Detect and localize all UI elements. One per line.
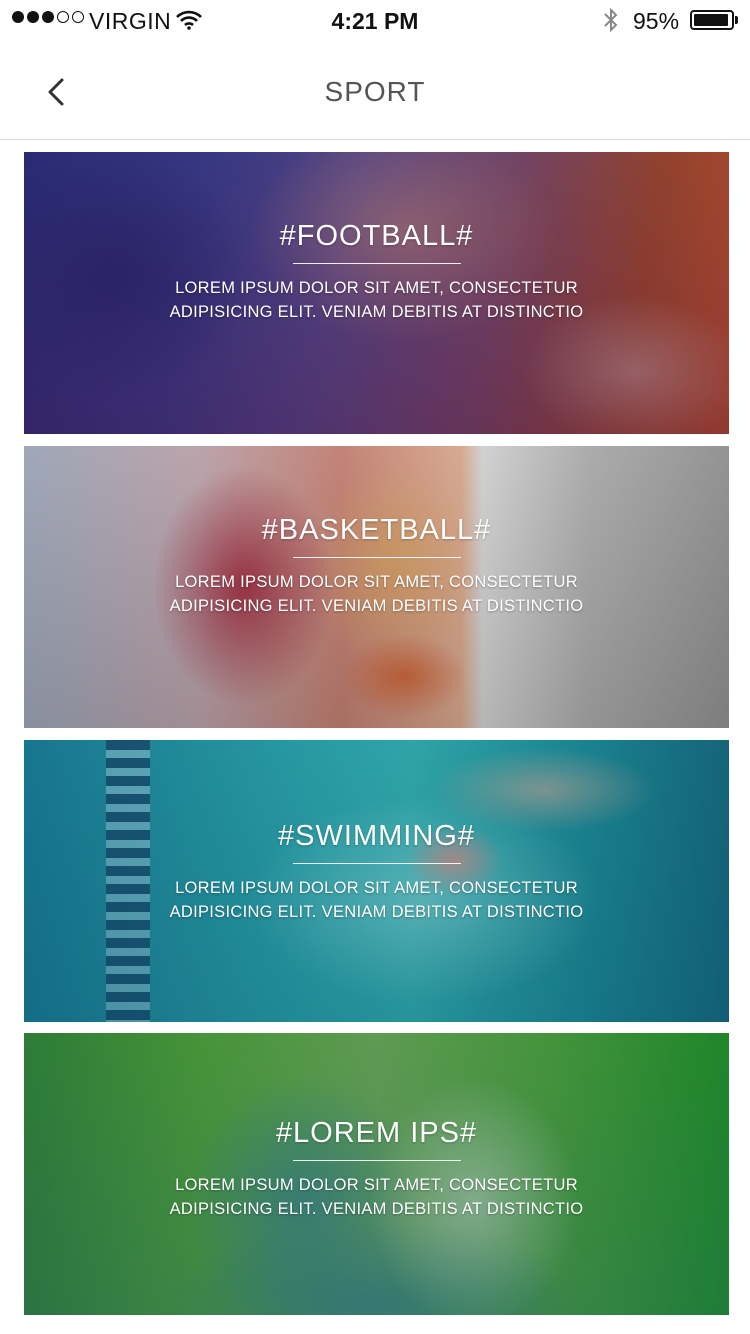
battery-tip (735, 16, 738, 24)
card-content: #BASKETBALL# LOREM IPSUM DOLOR SIT AMET,… (24, 514, 729, 618)
nav-bar: SPORT (0, 40, 750, 140)
card-title: #LOREM IPS# (275, 1117, 478, 1149)
card-content: #FOOTBALL# LOREM IPSUM DOLOR SIT AMET, C… (24, 220, 729, 324)
sport-card-football[interactable]: #FOOTBALL# LOREM IPSUM DOLOR SIT AMET, C… (24, 152, 729, 434)
sport-card-basketball[interactable]: #BASKETBALL# LOREM IPSUM DOLOR SIT AMET,… (24, 446, 729, 728)
card-title: #SWIMMING# (278, 820, 475, 852)
card-description: LOREM IPSUM DOLOR SIT AMET, CONSECTETUR … (169, 879, 584, 921)
card-title: #BASKETBALL# (261, 514, 492, 546)
battery-percent: 95% (633, 8, 680, 34)
card-description: LOREM IPSUM DOLOR SIT AMET, CONSECTETUR … (169, 1176, 584, 1218)
card-title: #FOOTBALL# (279, 220, 474, 252)
battery-level (694, 14, 728, 26)
card-divider (292, 557, 461, 558)
card-divider (292, 1160, 461, 1161)
card-content: #SWIMMING# LOREM IPSUM DOLOR SIT AMET, C… (24, 820, 729, 924)
card-description: LOREM IPSUM DOLOR SIT AMET, CONSECTETUR … (169, 279, 584, 321)
card-content: #LOREM IPS# LOREM IPSUM DOLOR SIT AMET, … (24, 1117, 729, 1221)
status-bar: VIRGIN 4:21 PM 95% (0, 0, 750, 40)
battery-icon (690, 10, 734, 30)
card-description: LOREM IPSUM DOLOR SIT AMET, CONSECTETUR … (169, 573, 584, 615)
sport-card-lorem[interactable]: #LOREM IPS# LOREM IPSUM DOLOR SIT AMET, … (24, 1033, 729, 1315)
card-divider (292, 263, 461, 264)
card-divider (292, 863, 461, 864)
sport-card-swimming[interactable]: #SWIMMING# LOREM IPSUM DOLOR SIT AMET, C… (24, 740, 729, 1022)
bluetooth-icon (601, 6, 621, 40)
page-title: SPORT (324, 76, 426, 107)
